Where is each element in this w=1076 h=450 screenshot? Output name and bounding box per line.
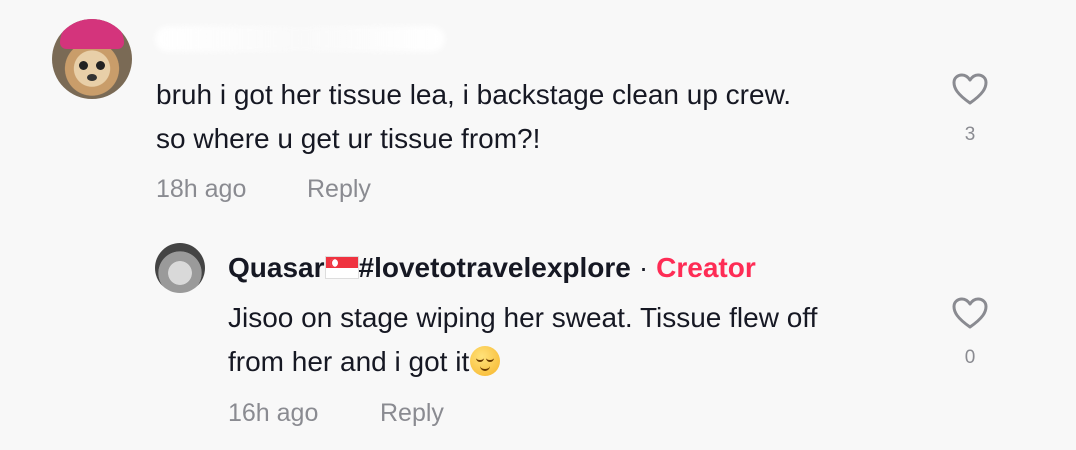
comment-line: so where u get ur tissue from?! (156, 123, 541, 154)
header-separator: · (638, 252, 649, 283)
reply-like-count: 0 (964, 347, 976, 368)
reply-line: Jisoo on stage wiping her sweat. Tissue … (228, 302, 818, 333)
commenter-username-redacted (155, 26, 445, 52)
reply-header: Quasar #lovetotravelexplore · Creator (228, 250, 756, 286)
commenter-avatar[interactable] (52, 19, 132, 99)
comment-reply-button[interactable]: Reply (307, 175, 371, 204)
comment-text: bruh i got her tissue lea, i backstage c… (156, 73, 916, 161)
reply-reply-button[interactable]: Reply (380, 399, 444, 428)
reply-timestamp: 16h ago (228, 399, 319, 427)
avatar-hat (60, 19, 124, 49)
comment-line: bruh i got her tissue lea, i backstage c… (156, 79, 792, 110)
reply-username-tag[interactable]: #lovetotravelexplore (359, 252, 631, 283)
creator-badge: Creator (656, 252, 756, 283)
relieved-face-emoji-icon (470, 346, 501, 376)
heart-outline-icon (952, 297, 988, 329)
singapore-flag-icon (324, 256, 359, 279)
comment-timestamp: 18h ago (156, 175, 247, 203)
reply-text: Jisoo on stage wiping her sweat. Tissue … (228, 296, 928, 384)
comment-like-button[interactable] (950, 72, 990, 106)
reply-like-button[interactable] (950, 296, 990, 330)
reply-line: from her and i got it (228, 346, 470, 377)
heart-outline-icon (952, 73, 988, 105)
comment-thread: bruh i got her tissue lea, i backstage c… (0, 0, 1076, 450)
reply-username[interactable]: Quasar (228, 252, 325, 283)
comment-like-count: 3 (964, 124, 976, 145)
creator-avatar[interactable] (155, 243, 205, 293)
